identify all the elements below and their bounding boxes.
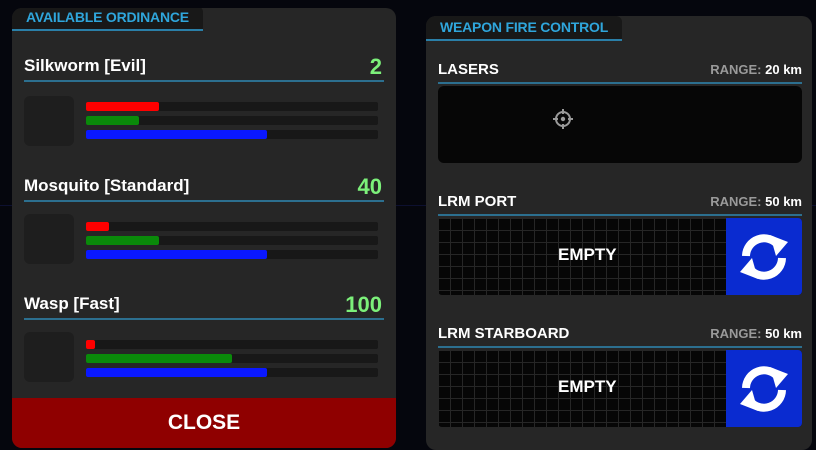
bar-fill [86, 222, 110, 231]
close-button[interactable]: CLOSE [12, 398, 396, 448]
ordinance-panel: AVAILABLE ORDINANCE Silkworm [Evil] 2 Mo… [12, 8, 396, 448]
bar-fill [86, 236, 159, 245]
ordinance-thumbnail [24, 96, 74, 146]
bar-fill [86, 354, 232, 363]
ordinance-bar-red [86, 102, 378, 111]
lrm-port-label: LRM PORT [438, 193, 517, 210]
ordinance-bar-blue [86, 250, 378, 259]
crosshair-icon [553, 109, 573, 129]
ordinance-count: 40 [357, 174, 382, 199]
bar-fill [86, 250, 268, 259]
lasers-target-area[interactable] [438, 86, 802, 163]
ordinance-bar-blue [86, 130, 378, 139]
lrm-starboard-label: LRM STARBOARD [438, 325, 570, 342]
ordinance-bar-green [86, 236, 378, 245]
ordinance-name: Mosquito [Standard] [24, 176, 190, 195]
ordinance-bar-red [86, 222, 378, 231]
lasers-header: LASERS RANGE: 20 km [438, 56, 802, 84]
lrm-port-status: EMPTY [558, 245, 617, 264]
bar-fill [86, 340, 95, 349]
ordinance-bar-blue [86, 368, 378, 377]
lrm-starboard-slot[interactable]: EMPTY [438, 350, 802, 427]
fire-control-panel: WEAPON FIRE CONTROL LASERS RANGE: 20 km … [426, 16, 812, 450]
ordinance-thumbnail [24, 214, 74, 264]
ordinance-bar-green [86, 354, 378, 363]
ordinance-bar-green [86, 116, 378, 125]
ordinance-item-header: Silkworm [Evil] 2 [24, 54, 384, 82]
ordinance-name: Silkworm [Evil] [24, 56, 146, 75]
lrm-port-range: RANGE: 50 km [710, 194, 802, 209]
bar-fill [86, 102, 159, 111]
lasers-label: LASERS [438, 61, 499, 78]
ordinance-count: 100 [345, 292, 382, 317]
reload-icon [740, 234, 788, 280]
lrm-port-header: LRM PORT RANGE: 50 km [438, 188, 802, 216]
ordinance-bar-red [86, 340, 378, 349]
ordinance-name: Wasp [Fast] [24, 294, 120, 313]
bar-fill [86, 116, 139, 125]
range-label: RANGE: [710, 194, 762, 209]
ordinance-item-header: Mosquito [Standard] 40 [24, 174, 384, 202]
bar-fill [86, 130, 268, 139]
lrm-starboard-status: EMPTY [558, 377, 617, 396]
lrm-starboard-range: RANGE: 50 km [710, 326, 802, 341]
lrm-starboard-header: LRM STARBOARD RANGE: 50 km [438, 320, 802, 348]
lrm-port-slot[interactable]: EMPTY [438, 218, 802, 295]
range-value: 20 km [765, 62, 802, 77]
ordinance-count: 2 [369, 54, 382, 79]
range-value: 50 km [765, 194, 802, 209]
ordinance-item-header: Wasp [Fast] 100 [24, 292, 384, 320]
ordinance-thumbnail [24, 332, 74, 382]
range-label: RANGE: [710, 326, 762, 341]
range-value: 50 km [765, 326, 802, 341]
ordinance-panel-title: AVAILABLE ORDINANCE [12, 8, 203, 31]
range-label: RANGE: [710, 62, 762, 77]
reload-icon [740, 366, 788, 412]
fire-control-panel-title: WEAPON FIRE CONTROL [426, 16, 623, 41]
bar-fill [86, 368, 268, 377]
lasers-range: RANGE: 20 km [710, 62, 802, 77]
lrm-port-reload-button[interactable] [726, 218, 802, 295]
lrm-starboard-reload-button[interactable] [726, 350, 802, 427]
